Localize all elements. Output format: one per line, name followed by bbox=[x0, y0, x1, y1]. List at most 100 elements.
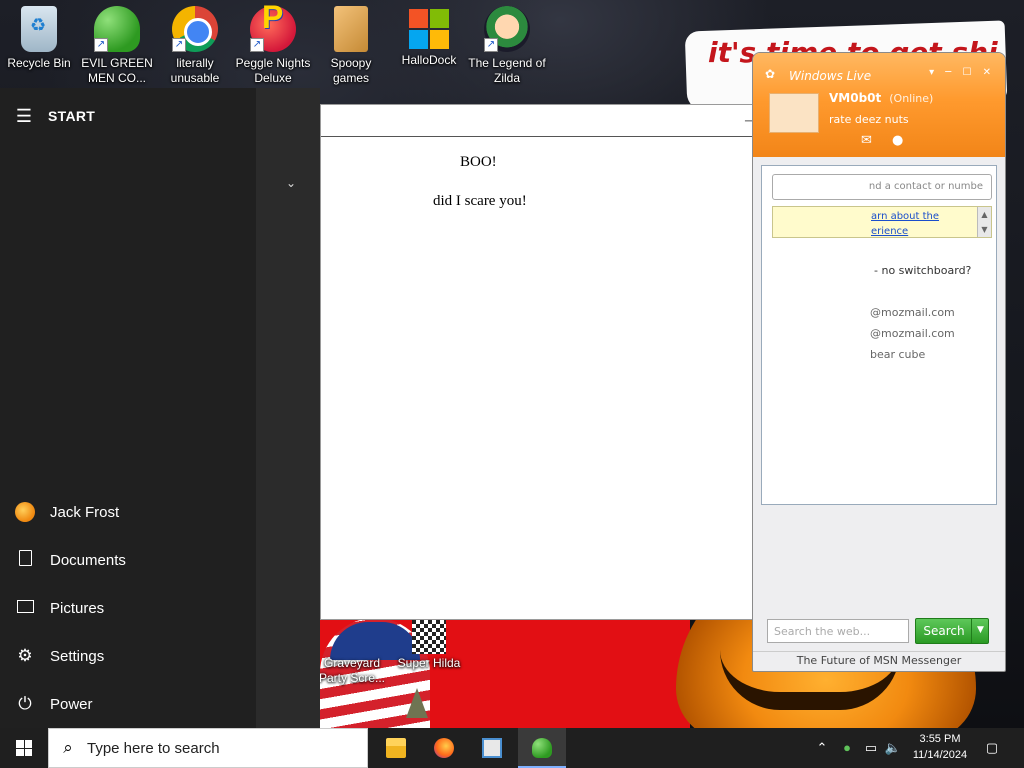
desktop-icon-label: Recycle Bin bbox=[7, 56, 71, 70]
search-dropdown-icon[interactable]: ▼ bbox=[971, 618, 989, 644]
tray-overflow-chevron-icon[interactable]: ⌃ bbox=[812, 728, 832, 768]
super-hilda-icon bbox=[412, 620, 446, 654]
contact-item[interactable]: @mozmail.com bbox=[870, 306, 955, 319]
desktop-icon-hallodock[interactable]: HalloDock bbox=[390, 0, 468, 68]
shortcut-arrow-icon: ↗ bbox=[484, 38, 498, 52]
desktop-icon-label: Graveyard Party Scre... bbox=[318, 656, 386, 685]
contact-item[interactable]: bear cube bbox=[870, 348, 925, 361]
spoopy-folder-icon bbox=[334, 6, 368, 52]
messenger-display-picture[interactable] bbox=[769, 93, 819, 133]
taskbar-search-placeholder: Type here to search bbox=[87, 739, 220, 757]
hamburger-menu-icon[interactable]: ☰ bbox=[0, 106, 48, 127]
find-contact-input[interactable]: nd a contact or numbe bbox=[772, 174, 992, 200]
desktop-icon-label: Peggle Nights Deluxe bbox=[235, 56, 311, 85]
desktop-icon-label: HalloDock bbox=[401, 53, 457, 67]
messenger-personal-message[interactable]: rate deez nuts bbox=[829, 113, 909, 126]
windows-start-icon bbox=[16, 740, 32, 756]
user-avatar-icon bbox=[15, 502, 35, 523]
clock-time: 3:55 PM bbox=[919, 733, 961, 745]
desktop-icon-legend-of-zilda[interactable]: ↗ The Legend of Zilda bbox=[468, 0, 546, 86]
taskbar-file-explorer[interactable] bbox=[372, 728, 420, 768]
tray-messenger-icon[interactable]: ● bbox=[836, 728, 858, 768]
start-menu-header: ☰ START bbox=[0, 100, 256, 132]
desktop-icon-peggle[interactable]: ↗ Peggle Nights Deluxe bbox=[234, 0, 312, 86]
desktop-icon-label: EVIL GREEN MEN CO... bbox=[81, 56, 153, 85]
start-item-label: Power bbox=[50, 695, 93, 713]
windows-logo-icon bbox=[409, 9, 449, 49]
start-item-settings[interactable]: ⚙ Settings bbox=[0, 632, 256, 680]
page-text: did I scare you! bbox=[433, 193, 527, 209]
desktop-icon-spoopy-games[interactable]: Spoopy games bbox=[312, 0, 390, 86]
document-icon bbox=[18, 549, 32, 566]
power-icon: ⏻ bbox=[18, 694, 32, 713]
desktop-icon-label: The Legend of Zilda bbox=[468, 56, 546, 85]
notifications-icon[interactable]: ▢ bbox=[978, 728, 1006, 768]
msn-messenger-icon bbox=[532, 738, 552, 758]
messenger-toolbar-icons[interactable]: ✉ ● bbox=[861, 133, 911, 148]
file-explorer-icon bbox=[386, 738, 406, 758]
info-scrollbar[interactable]: ▲ ▼ bbox=[977, 207, 991, 237]
msn-people-icon: ↗ bbox=[94, 6, 140, 52]
start-item-pictures[interactable]: Pictures bbox=[0, 584, 256, 632]
shortcut-arrow-icon: ↗ bbox=[94, 38, 108, 52]
start-item-power[interactable]: ⏻ Power bbox=[0, 680, 256, 728]
taskbar-news[interactable] bbox=[468, 728, 516, 768]
info-link-line-1: arn about the bbox=[871, 211, 940, 222]
desktop-icon-label: Super Hilda bbox=[397, 656, 461, 670]
gear-icon: ⚙ bbox=[17, 646, 33, 665]
start-item-label: Pictures bbox=[50, 599, 105, 617]
web-search-input[interactable]: Search the web... bbox=[767, 619, 909, 643]
volume-icon[interactable]: 🔈 bbox=[882, 728, 904, 768]
desktop-icon-label: Spoopy games bbox=[330, 56, 372, 85]
messenger-header: ✿ Windows Live ▾ ─ ☐ ✕ VM0b0t (Online) ra… bbox=[753, 53, 1005, 157]
zilda-icon: ↗ bbox=[484, 6, 530, 52]
start-menu-title: START bbox=[48, 108, 96, 124]
page-heading: BOO! bbox=[460, 154, 497, 170]
search-icon: ⌕ bbox=[63, 738, 73, 757]
start-button[interactable] bbox=[0, 728, 48, 768]
network-icon[interactable]: ▭ bbox=[860, 728, 882, 768]
graveyard-icon bbox=[335, 620, 369, 654]
start-menu: ☰ START ⌄ Jack Frost Documents Pictures … bbox=[0, 88, 320, 728]
messenger-window-controls[interactable]: ▾ ─ ☐ ✕ bbox=[929, 67, 995, 78]
contact-item[interactable]: @mozmail.com bbox=[870, 327, 955, 340]
recycle-bin-icon bbox=[21, 6, 57, 52]
taskbar-clock[interactable]: 3:55 PM 11/14/2024 bbox=[906, 731, 974, 763]
wallpaper-tree bbox=[406, 688, 428, 718]
desktop-icon-recycle-bin[interactable]: Recycle Bin bbox=[0, 0, 78, 71]
pictures-icon bbox=[16, 600, 34, 613]
peggle-icon: ↗ bbox=[250, 6, 296, 52]
start-item-label: Documents bbox=[50, 551, 126, 569]
contact-group-label[interactable]: - no switchboard? bbox=[874, 264, 971, 277]
chrome-icon: ↗ bbox=[172, 6, 218, 52]
desktop-icon-super-hilda[interactable]: Super Hilda bbox=[390, 620, 468, 671]
messenger-user-status: (Online) bbox=[889, 92, 934, 105]
taskbar-msn-messenger[interactable] bbox=[518, 728, 566, 768]
messenger-logo-icon: ✿ bbox=[765, 67, 776, 81]
chevron-down-icon[interactable]: ⌄ bbox=[286, 176, 296, 190]
messenger-footer: The Future of MSN Messenger bbox=[753, 651, 1005, 671]
desktop-icon-graveyard-party[interactable]: Graveyard Party Scre... bbox=[312, 620, 392, 686]
clock-date: 11/14/2024 bbox=[912, 749, 968, 761]
taskbar-firefox[interactable] bbox=[420, 728, 468, 768]
desktop-icon-evil-green-men[interactable]: ↗ EVIL GREEN MEN CO... bbox=[78, 0, 156, 86]
messenger-info-link[interactable]: arn about the erience ▲ ▼ bbox=[772, 206, 992, 238]
web-search-button-label: Search bbox=[923, 624, 965, 638]
start-item-label: Settings bbox=[50, 647, 105, 665]
firefox-icon bbox=[434, 738, 454, 758]
messenger-window: ✿ Windows Live ▾ ─ ☐ ✕ VM0b0t (Online) ra… bbox=[752, 52, 1006, 672]
messenger-brand: Windows Live bbox=[789, 69, 872, 83]
shortcut-arrow-icon: ↗ bbox=[172, 38, 186, 52]
info-link-line-2: erience bbox=[871, 226, 909, 237]
desktop-icon-label: literally unusable bbox=[170, 56, 220, 85]
messenger-user[interactable]: VM0b0t (Online) bbox=[829, 91, 933, 105]
desktop-icon-chrome[interactable]: ↗ literally unusable bbox=[156, 0, 234, 86]
taskbar-search-box[interactable]: ⌕ Type here to search bbox=[48, 728, 368, 768]
start-item-user[interactable]: Jack Frost bbox=[0, 488, 256, 536]
taskbar: ⌕ Type here to search ⌃ ● ▭ 🔈 3:55 PM 11… bbox=[0, 728, 1024, 768]
messenger-user-name: VM0b0t bbox=[829, 91, 882, 105]
news-icon bbox=[482, 738, 502, 758]
start-item-documents[interactable]: Documents bbox=[0, 536, 256, 584]
start-item-label: Jack Frost bbox=[50, 503, 120, 521]
shortcut-arrow-icon: ↗ bbox=[250, 38, 264, 52]
